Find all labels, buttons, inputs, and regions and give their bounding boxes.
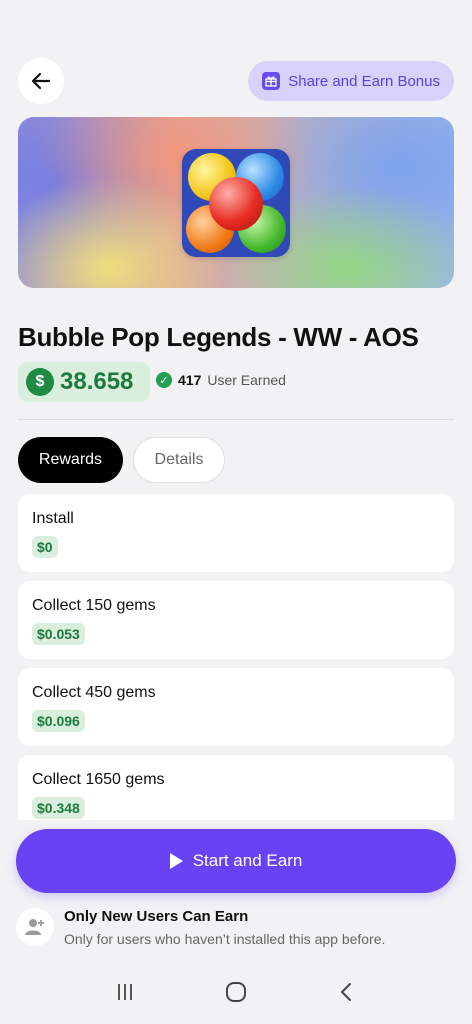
arrow-left-icon — [31, 72, 51, 90]
reward-amount: $0 — [32, 536, 58, 558]
notice-title: Only New Users Can Earn — [64, 908, 249, 925]
user-add-icon — [16, 908, 54, 946]
home-icon[interactable] — [223, 979, 249, 1005]
coin-reward-badge: $ 38.658 — [18, 362, 150, 402]
coin-value: 38.658 — [60, 368, 134, 395]
back-nav-icon[interactable] — [335, 980, 359, 1004]
check-circle-icon: ✓ — [156, 372, 172, 388]
back-button[interactable] — [18, 58, 64, 104]
tab-details[interactable]: Details — [133, 437, 225, 483]
divider — [18, 419, 454, 420]
tabs: Rewards Details — [18, 437, 225, 483]
coin-icon: $ — [26, 368, 54, 396]
gift-icon — [262, 72, 281, 90]
reward-item: Install $0 — [18, 494, 454, 572]
recent-apps-icon[interactable] — [113, 980, 137, 1004]
reward-item: Collect 450 gems $0.096 — [18, 668, 454, 746]
start-and-earn-button[interactable]: Start and Earn — [16, 829, 456, 893]
reward-amount: $0.348 — [32, 797, 85, 819]
tab-rewards[interactable]: Rewards — [18, 437, 123, 483]
app-title: Bubble Pop Legends - WW - AOS — [18, 322, 419, 352]
notice-subtitle: Only for users who haven’t installed thi… — [64, 931, 386, 947]
reward-title: Collect 1650 gems — [32, 771, 165, 788]
play-icon — [169, 853, 183, 869]
users-earned: ✓ 417 User Earned — [156, 372, 286, 388]
app-icon — [182, 149, 290, 257]
system-nav-bar — [0, 960, 472, 1024]
share-button-label: Share and Earn Bonus — [288, 72, 440, 90]
users-earned-count: 417 — [178, 372, 202, 388]
users-earned-label: User Earned — [207, 372, 286, 388]
reward-amount: $0.096 — [32, 710, 85, 732]
reward-title: Install — [32, 510, 74, 527]
reward-title: Collect 150 gems — [32, 597, 156, 614]
start-and-earn-label: Start and Earn — [192, 851, 303, 870]
new-users-notice: Only New Users Can Earn Only for users w… — [16, 906, 385, 947]
top-bar: Share and Earn Bonus — [18, 58, 454, 104]
reward-item: Collect 150 gems $0.053 — [18, 581, 454, 659]
share-and-earn-button[interactable]: Share and Earn Bonus — [248, 61, 454, 101]
reward-title: Collect 450 gems — [32, 684, 156, 701]
reward-amount: $0.053 — [32, 623, 85, 645]
